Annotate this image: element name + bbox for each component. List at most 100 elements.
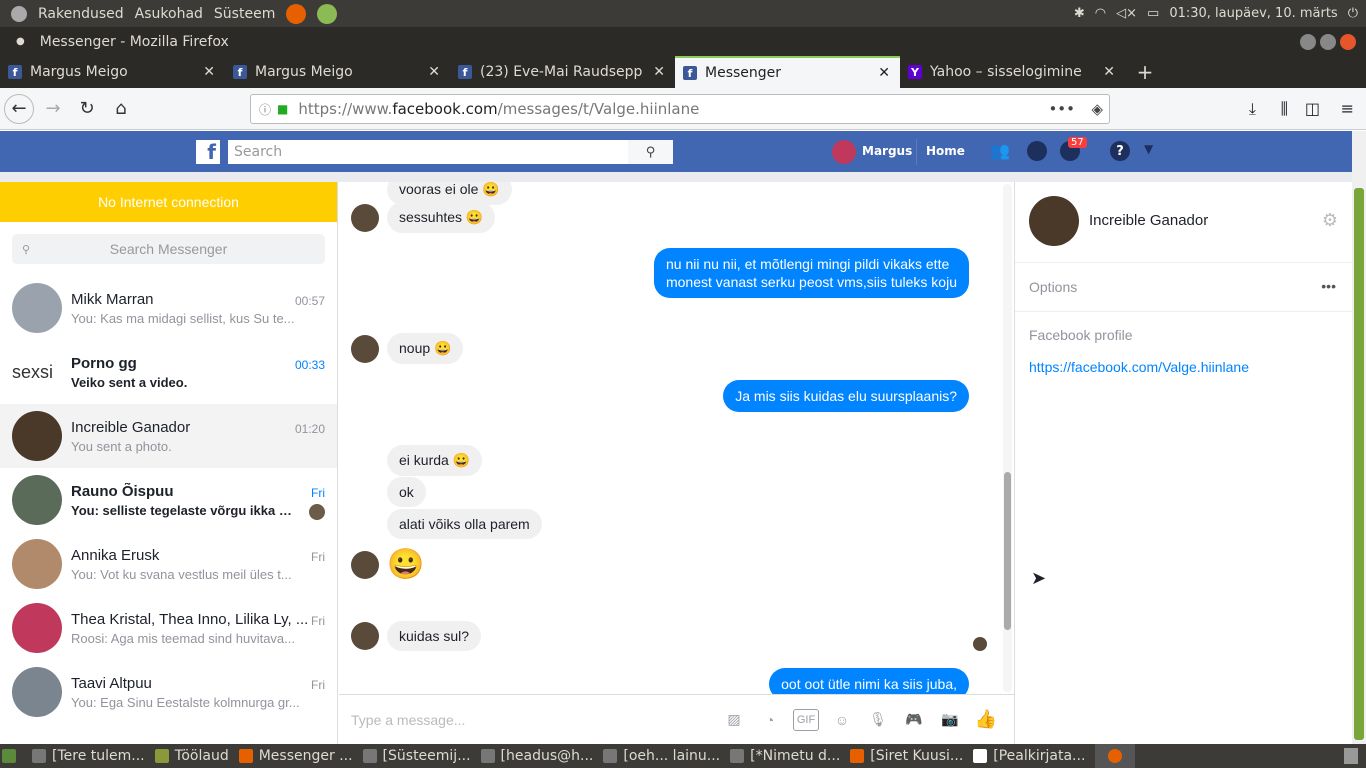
window-menu-icon[interactable]: ● [16, 36, 25, 47]
taskbar-item[interactable]: [oeh... lainu... [603, 748, 720, 764]
volume-icon[interactable]: ◁× [1116, 6, 1137, 21]
sidebar-icon[interactable]: ◫ [1305, 99, 1320, 118]
camera-icon[interactable]: 📷 [937, 709, 963, 731]
game-icon[interactable]: 🎮 [901, 709, 927, 731]
message-bubble[interactable]: oot oot ütle nimi ka siis juba, [769, 668, 969, 694]
help-icon[interactable]: ? [1110, 141, 1130, 161]
chevron-down-icon[interactable]: ▼ [1144, 142, 1153, 156]
power-icon[interactable]: ⏻ [1348, 6, 1358, 21]
contact-avatar[interactable] [1029, 196, 1079, 246]
conversation-item[interactable]: Taavi Altpuu You: Ega Sinu Eestalste kolm… [0, 660, 337, 724]
battery-icon[interactable]: ▭ [1147, 6, 1159, 21]
downloads-icon[interactable]: ⤓ [1249, 99, 1256, 119]
taskbar-item[interactable]: Töölaud [154, 748, 229, 764]
facebook-profile-link[interactable]: https://facebook.com/Valge.hiinlane [1029, 359, 1249, 375]
reload-button[interactable]: ↻ [72, 94, 102, 124]
close-tab-icon[interactable]: ✕ [1103, 64, 1115, 80]
conversation-item[interactable]: Annika Erusk You: Vot ku svana vestlus me… [0, 532, 337, 596]
app-launcher-icon[interactable] [317, 3, 338, 24]
friend-requests-icon[interactable]: 👥 [990, 141, 1010, 160]
minimize-button[interactable] [1300, 33, 1316, 50]
more-options-icon[interactable]: ••• [1321, 278, 1336, 294]
thumbs-up-icon[interactable]: 👍 [973, 709, 999, 731]
microphone-icon[interactable]: 🎙 [865, 709, 891, 731]
messages-icon[interactable] [1027, 141, 1047, 161]
facebook-search-input[interactable]: Search [228, 140, 628, 164]
gif-icon[interactable]: GIF [793, 708, 819, 731]
library-icon[interactable]: ⫼ [1281, 99, 1288, 119]
menu-system[interactable]: Süsteem [214, 6, 275, 22]
ubuntu-logo-icon[interactable] [11, 5, 27, 22]
menu-places[interactable]: Asukohad [135, 6, 203, 22]
message-bubble[interactable]: Ja mis siis kuidas elu suursplaanis? [723, 380, 969, 412]
menu-applications[interactable]: Rakendused [38, 6, 124, 22]
url-bar[interactable]: ⓘ ■ https://www. facebook.com/messages/t/… [250, 94, 1110, 124]
message-input[interactable]: Type a message... [351, 712, 711, 728]
sender-avatar[interactable] [351, 203, 379, 232]
contact-name: Increible Ganador [1089, 212, 1209, 229]
conversation-item[interactable]: Thea Kristal, Thea Inno, Lilika Ly, ... R… [0, 596, 337, 660]
taskbar-active-firefox[interactable] [1095, 744, 1136, 768]
bluetooth-icon[interactable]: ✱ [1074, 6, 1085, 21]
search-icon[interactable]: ⚲ [628, 140, 673, 164]
options-label[interactable]: Options [1029, 279, 1077, 295]
close-tab-icon[interactable]: ✕ [428, 64, 440, 80]
user-name-link[interactable]: Margus [862, 144, 912, 158]
tab-eve-mai[interactable]: f (23) Eve-Mai Raudsepp ✕ [450, 56, 675, 88]
taskbar-item[interactable]: [headus@h... [480, 748, 593, 764]
sender-avatar[interactable] [351, 334, 379, 363]
back-button[interactable]: ← [4, 93, 34, 124]
sender-avatar[interactable] [351, 622, 379, 650]
forward-button[interactable]: → [38, 94, 68, 124]
conversation-item[interactable]: Increible Ganador You sent a photo. 01:20 [0, 404, 337, 468]
message-bubble[interactable]: ei kurda 😀 [387, 445, 483, 476]
info-icon[interactable]: ⓘ [259, 101, 271, 118]
new-tab-button[interactable]: + [1125, 56, 1165, 88]
facebook-logo-icon[interactable]: f [196, 140, 220, 164]
message-bubble[interactable]: ok [387, 477, 426, 507]
wifi-icon[interactable]: ◠ [1095, 6, 1106, 21]
user-avatar[interactable] [832, 140, 856, 164]
page-actions-icon[interactable]: ••• [1048, 100, 1075, 118]
home-link[interactable]: Home [926, 144, 965, 158]
sticker-icon[interactable]: ◔ [757, 709, 783, 731]
trash-icon[interactable] [1344, 748, 1358, 764]
emoji-icon[interactable]: ☺ [829, 709, 855, 731]
image-icon[interactable]: ▨ [721, 709, 747, 731]
tab-margus-meigo-1[interactable]: f Margus Meigo ✕ [0, 56, 225, 88]
taskbar-item[interactable]: Messenger ... [238, 748, 353, 764]
message-bubble[interactable]: alati võiks olla parem [387, 509, 542, 539]
pocket-icon[interactable]: ◈ [1091, 100, 1103, 118]
taskbar-item[interactable]: [Pealkirjata... [973, 748, 1085, 764]
taskbar-item[interactable]: [Süsteemij... [362, 748, 471, 764]
tab-margus-meigo-2[interactable]: f Margus Meigo ✕ [225, 56, 450, 88]
conversation-item[interactable]: Mikk Marran You: Kas ma midagi sellist, k… [0, 276, 337, 340]
close-tab-icon[interactable]: ✕ [653, 64, 665, 80]
taskbar-item[interactable]: [Tere tulem... [32, 748, 145, 764]
page-scrollbar-thumb[interactable] [1354, 188, 1364, 740]
close-button[interactable] [1340, 33, 1356, 50]
show-desktop-icon[interactable] [2, 749, 16, 763]
messenger-search-input[interactable]: ⚲ Search Messenger [12, 234, 325, 264]
clock[interactable]: 01:30, laupäev, 10. märts [1169, 6, 1337, 21]
message-bubble[interactable]: sessuhtes 😀 [387, 202, 496, 233]
taskbar-item[interactable]: [*Nimetu d... [730, 748, 840, 764]
conversation-item[interactable]: sexsi Porno gg Veiko sent a video. 00:33 [0, 340, 337, 404]
taskbar-item[interactable]: [Siret Kuusi... [850, 748, 963, 764]
message-bubble[interactable]: nu nii nu nii, et mõtlengi mingi pildi v… [653, 248, 969, 298]
message-bubble[interactable]: kuidas sul? [387, 621, 482, 651]
close-tab-icon[interactable]: ✕ [203, 64, 215, 80]
chat-scrollbar-thumb[interactable] [1004, 472, 1011, 630]
conversation-item[interactable]: Rauno Õispuu You: selliste tegelaste võrg… [0, 468, 337, 532]
emoji-message[interactable]: 😀 [387, 547, 424, 582]
settings-gear-icon[interactable]: ⚙ [1322, 210, 1338, 231]
message-bubble[interactable]: noup 😀 [387, 333, 464, 364]
hamburger-menu-icon[interactable]: ≡ [1341, 99, 1354, 118]
maximize-button[interactable] [1320, 33, 1336, 50]
firefox-launcher-icon[interactable] [286, 3, 307, 24]
home-button[interactable]: ⌂ [106, 94, 136, 124]
tab-messenger[interactable]: f Messenger ✕ [675, 56, 900, 88]
sender-avatar[interactable] [351, 550, 379, 579]
tab-yahoo[interactable]: Y Yahoo – sisselogimine ✕ [900, 56, 1125, 88]
close-tab-icon[interactable]: ✕ [878, 65, 890, 81]
